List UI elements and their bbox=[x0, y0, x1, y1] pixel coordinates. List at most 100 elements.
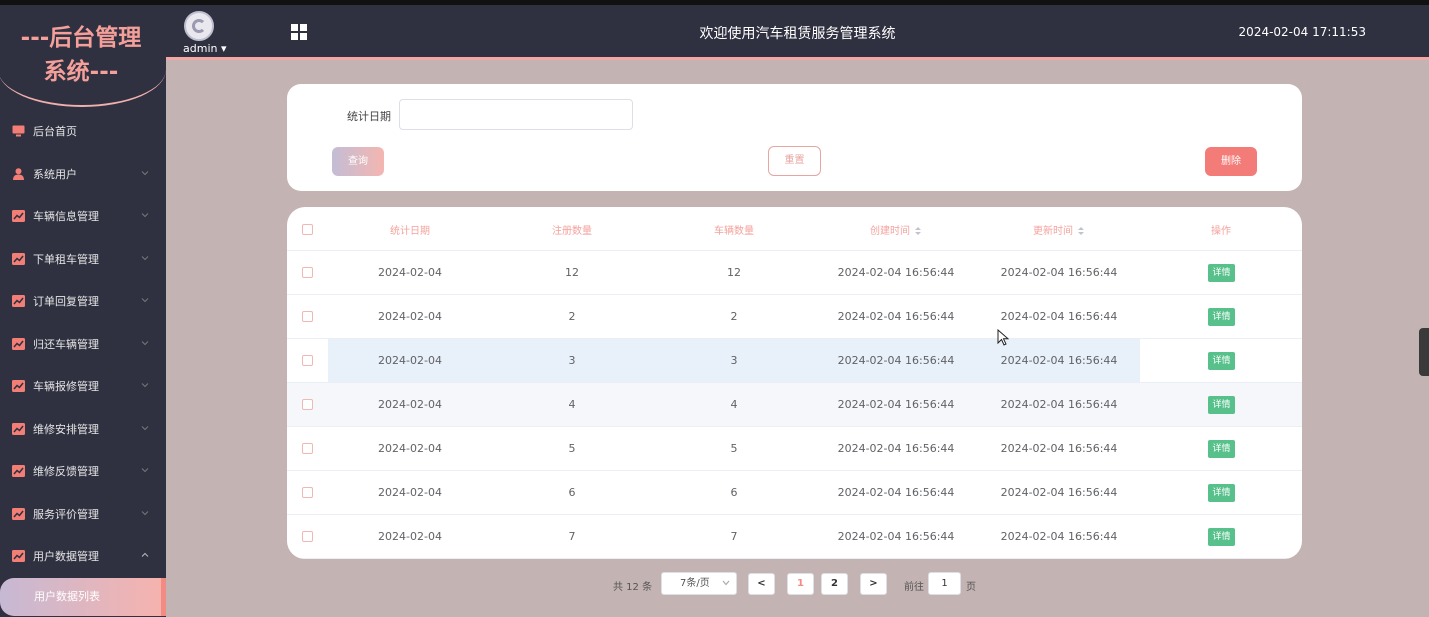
row-checkbox[interactable] bbox=[302, 443, 313, 454]
table-cell: 4 bbox=[568, 398, 576, 411]
detail-button[interactable]: 详情 bbox=[1208, 352, 1235, 370]
table-row[interactable]: 2024-02-04 2 2 2024-02-04 16:56:44 2024-02-0… bbox=[287, 295, 1302, 339]
query-button[interactable]: 查询 bbox=[332, 147, 384, 176]
page-button-2[interactable]: 2 bbox=[821, 573, 848, 595]
sort-icon[interactable] bbox=[914, 226, 922, 236]
sidebar-item-label: 系统用户 bbox=[33, 167, 77, 181]
brand-line-1: ---后台管理 bbox=[20, 25, 142, 51]
table-cell: 5 bbox=[730, 442, 738, 455]
sidebar-item-9[interactable]: 服务评价管理 bbox=[0, 493, 166, 536]
detail-button[interactable]: 详情 bbox=[1208, 308, 1235, 326]
table-cell: 2024-02-04 bbox=[378, 442, 442, 455]
sidebar-item-10[interactable]: 用户数据管理 bbox=[0, 535, 166, 578]
table-cell: 3 bbox=[568, 354, 576, 367]
sidebar-item-label: 订单回复管理 bbox=[33, 295, 99, 309]
table-cell: 2024-02-04 16:56:44 bbox=[837, 266, 955, 279]
table-cell: 12 bbox=[565, 266, 579, 279]
table-cell: 5 bbox=[568, 442, 576, 455]
row-checkbox[interactable] bbox=[302, 267, 313, 278]
header-datetime: 2024-02-04 17:11:53 bbox=[1238, 25, 1366, 39]
chart-icon bbox=[12, 252, 25, 265]
page-size-value: 7条/页 bbox=[680, 578, 710, 589]
sidebar-item-4[interactable]: 订单回复管理 bbox=[0, 280, 166, 323]
page-button-1[interactable]: 1 bbox=[787, 573, 814, 595]
detail-button[interactable]: 详情 bbox=[1208, 264, 1235, 282]
sidebar-item-label: 维修安排管理 bbox=[33, 422, 99, 436]
chart-icon bbox=[12, 295, 25, 308]
detail-button[interactable]: 详情 bbox=[1208, 484, 1235, 502]
submenu-item-user-data-list[interactable]: 用户数据列表 bbox=[0, 578, 166, 616]
detail-button[interactable]: 详情 bbox=[1208, 528, 1235, 546]
brand-title: ---后台管理 系统--- bbox=[0, 21, 164, 89]
sidebar-item-2[interactable]: 车辆信息管理 bbox=[0, 195, 166, 238]
goto-unit: 页 bbox=[966, 582, 976, 593]
next-page-button[interactable]: > bbox=[860, 573, 887, 595]
monitor-icon bbox=[12, 125, 25, 137]
table-cell: 6 bbox=[568, 486, 576, 499]
page-size-select[interactable]: 7条/页 bbox=[661, 572, 737, 595]
chart-icon bbox=[12, 210, 25, 223]
chevron-down-icon bbox=[141, 213, 149, 218]
column-header-3[interactable]: 创建时间 bbox=[836, 222, 956, 237]
chevron-up-icon bbox=[141, 552, 149, 557]
table-cell: 2024-02-04 16:56:44 bbox=[1000, 398, 1118, 411]
sidebar-item-label: 车辆信息管理 bbox=[33, 210, 99, 224]
chart-icon bbox=[12, 380, 25, 393]
column-header-label: 注册数量 bbox=[552, 226, 592, 237]
table-row[interactable]: 2024-02-04 6 6 2024-02-04 16:56:44 2024-02-0… bbox=[287, 471, 1302, 515]
table-row[interactable]: 2024-02-04 4 4 2024-02-04 16:56:44 2024-02-0… bbox=[287, 383, 1302, 427]
sort-icon[interactable] bbox=[1077, 226, 1085, 236]
page-scrollbar[interactable] bbox=[1419, 328, 1429, 376]
row-checkbox[interactable] bbox=[302, 311, 313, 322]
username-dropdown[interactable]: admin ▾ bbox=[183, 42, 226, 55]
select-all-checkbox[interactable] bbox=[302, 224, 313, 235]
column-header-1: 注册数量 bbox=[512, 222, 632, 237]
brand-logo-area: ---后台管理 系统--- bbox=[0, 5, 166, 107]
chart-icon bbox=[12, 337, 25, 350]
table-cell: 2024-02-04 bbox=[378, 398, 442, 411]
row-checkbox[interactable] bbox=[302, 531, 313, 542]
detail-button[interactable]: 详情 bbox=[1208, 396, 1235, 414]
row-checkbox[interactable] bbox=[302, 399, 313, 410]
table-cell: 3 bbox=[730, 354, 738, 367]
stat-date-input[interactable] bbox=[399, 99, 633, 130]
user-icon bbox=[12, 167, 25, 180]
chevron-down-icon bbox=[141, 340, 149, 345]
column-header-2: 车辆数量 bbox=[674, 222, 794, 237]
column-header-label: 操作 bbox=[1211, 226, 1231, 237]
sidebar-item-6[interactable]: 车辆报修管理 bbox=[0, 365, 166, 408]
sidebar-item-1[interactable]: 系统用户 bbox=[0, 153, 166, 196]
sidebar-item-8[interactable]: 维修反馈管理 bbox=[0, 450, 166, 493]
table-cell: 2024-02-04 16:56:44 bbox=[1000, 310, 1118, 323]
sidebar-menu: 后台首页系统用户车辆信息管理 下单租车管理 订单回复管理归还车辆管理 车辆报修管理维修… bbox=[0, 110, 166, 578]
prev-page-button[interactable]: < bbox=[748, 573, 775, 595]
sidebar-item-label: 后台首页 bbox=[33, 125, 77, 139]
chart-icon bbox=[12, 465, 25, 478]
column-header-4[interactable]: 更新时间 bbox=[999, 222, 1119, 237]
table-row[interactable]: 2024-02-04 5 5 2024-02-04 16:56:44 2024-02-0… bbox=[287, 427, 1302, 471]
sidebar-item-label: 下单租车管理 bbox=[33, 252, 99, 266]
sidebar-item-0[interactable]: 后台首页 bbox=[0, 110, 166, 153]
goto-page-input[interactable]: 1 bbox=[928, 572, 961, 595]
sidebar: ---后台管理 系统--- 后台首页系统用户车辆信息管理 下单租车管理 订单回复管理… bbox=[0, 5, 166, 617]
table-cell: 2024-02-04 bbox=[378, 310, 442, 323]
search-panel: 统计日期 查询 重置 删除 bbox=[287, 84, 1302, 191]
sidebar-item-label: 维修反馈管理 bbox=[33, 465, 99, 479]
table-cell: 2024-02-04 16:56:44 bbox=[1000, 486, 1118, 499]
row-checkbox[interactable] bbox=[302, 355, 313, 366]
detail-button[interactable]: 详情 bbox=[1208, 440, 1235, 458]
table-row[interactable]: 2024-02-04 12 12 2024-02-04 16:56:44 2024-02… bbox=[287, 251, 1302, 295]
reset-button[interactable]: 重置 bbox=[768, 146, 821, 176]
column-header-5: 操作 bbox=[1161, 222, 1281, 237]
table-row[interactable]: 2024-02-04 3 3 2024-02-04 16:56:44 2024-02-0… bbox=[287, 339, 1302, 383]
row-checkbox[interactable] bbox=[302, 487, 313, 498]
sidebar-item-3[interactable]: 下单租车管理 bbox=[0, 238, 166, 281]
sidebar-item-label: 服务评价管理 bbox=[33, 507, 99, 521]
table-cell: 2024-02-04 16:56:44 bbox=[837, 442, 955, 455]
sidebar-item-5[interactable]: 归还车辆管理 bbox=[0, 323, 166, 366]
table-row[interactable]: 2024-02-04 7 7 2024-02-04 16:56:44 2024-02-0… bbox=[287, 515, 1302, 559]
delete-button[interactable]: 删除 bbox=[1205, 147, 1257, 176]
sidebar-item-7[interactable]: 维修安排管理 bbox=[0, 408, 166, 451]
table-cell: 2024-02-04 16:56:44 bbox=[837, 354, 955, 367]
table-cell: 2024-02-04 16:56:44 bbox=[1000, 354, 1118, 367]
